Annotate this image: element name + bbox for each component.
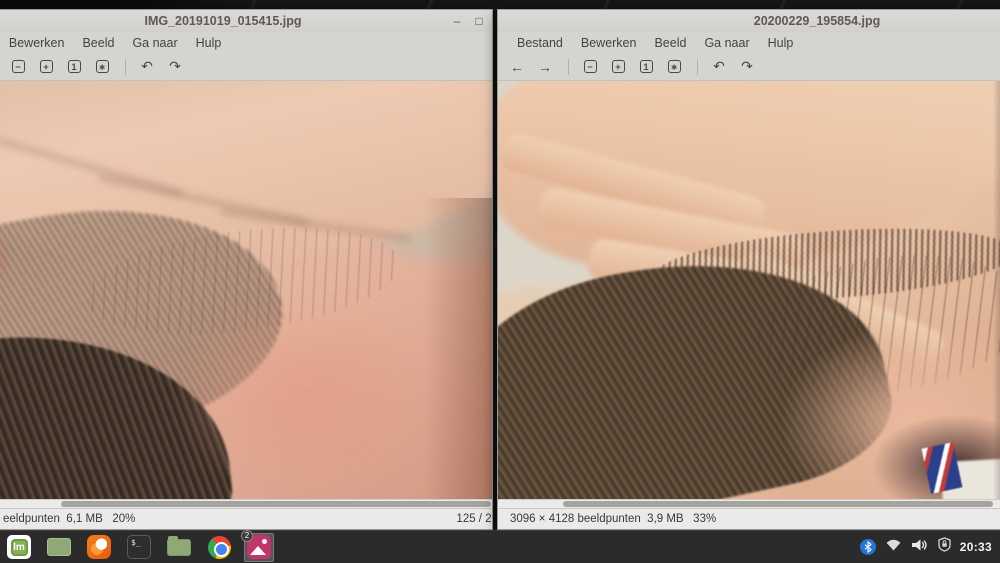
- status-info: 3096 × 4128 beeldpunten 3,9 MB 33%: [498, 513, 716, 525]
- sun-glyph: [262, 539, 267, 544]
- image-canvas-right[interactable]: [498, 81, 1000, 499]
- zoom-in-icon[interactable]: +: [605, 55, 631, 78]
- photo-edge-shadow: [993, 81, 1000, 499]
- scrollbar-thumb[interactable]: [563, 501, 993, 507]
- rotate-left-icon[interactable]: ↶: [134, 55, 160, 78]
- best-fit-icon[interactable]: ∗: [661, 55, 687, 78]
- window-title-left: IMG_20191019_015415.jpg: [144, 14, 301, 28]
- chrome-icon: [208, 536, 231, 559]
- minimize-button[interactable]: –: [450, 13, 464, 28]
- toolbar-separator: [568, 59, 569, 75]
- firefox-icon: [87, 535, 111, 559]
- window-count-badge: 2: [241, 530, 253, 542]
- menubar-left: Bestand Bewerken Beeld Ga naar Hulp: [0, 32, 492, 53]
- zoom-in-icon[interactable]: +: [33, 55, 59, 78]
- toolbar-separator: [125, 59, 126, 75]
- menu-hulp[interactable]: Hulp: [187, 34, 231, 52]
- zoom-out-icon[interactable]: −: [577, 55, 603, 78]
- status-counter: 125 / 25: [456, 513, 493, 525]
- rotate-right-icon[interactable]: ↷: [162, 55, 188, 78]
- toolbar-separator: [697, 59, 698, 75]
- image-viewer-window-left: IMG_20191019_015415.jpg – □ Bestand Bewe…: [0, 9, 493, 530]
- image-canvas-left[interactable]: [0, 81, 492, 499]
- desktop: IMG_20191019_015415.jpg – □ Bestand Bewe…: [0, 0, 1000, 563]
- scrollbar-thumb[interactable]: [61, 501, 491, 507]
- bluetooth-icon[interactable]: [860, 539, 876, 555]
- show-desktop-button[interactable]: [44, 533, 74, 562]
- menu-beeld[interactable]: Beeld: [73, 34, 123, 52]
- clock[interactable]: 20:33: [960, 540, 992, 554]
- volume-icon[interactable]: [911, 538, 929, 557]
- system-tray: 20:33: [860, 537, 1000, 557]
- statusbar-right: 3096 × 4128 beeldpunten 3,9 MB 33%: [498, 508, 1000, 529]
- normal-size-icon[interactable]: 1: [633, 55, 659, 78]
- titlebar-right[interactable]: 20200229_195854.jpg: [498, 10, 1000, 32]
- toolbar-left: ← → − + 1 ∗ ↶ ↷: [0, 53, 492, 81]
- menu-bewerken[interactable]: Bewerken: [0, 34, 73, 52]
- menu-beeld[interactable]: Beeld: [645, 34, 695, 52]
- taskbar: lm $_ 2: [0, 530, 1000, 563]
- mountain-glyph: [250, 546, 266, 555]
- back-icon[interactable]: ←: [504, 55, 530, 78]
- menu-hulp[interactable]: Hulp: [759, 34, 803, 52]
- photo-scalp-2020: [498, 81, 1000, 499]
- show-desktop-icon: [47, 538, 71, 556]
- image-viewer-task[interactable]: 2: [244, 533, 274, 562]
- menu-ga-naar[interactable]: Ga naar: [123, 34, 186, 52]
- statusbar-left: eeldpunten 6,1 MB 20% 125 / 25: [0, 508, 492, 529]
- maximize-button[interactable]: □: [472, 13, 486, 28]
- folder-icon: [167, 539, 191, 556]
- chrome-launcher[interactable]: [204, 533, 234, 562]
- forward-icon[interactable]: →: [532, 55, 558, 78]
- best-fit-icon[interactable]: ∗: [89, 55, 115, 78]
- mint-menu-button[interactable]: lm: [4, 533, 34, 562]
- mint-logo-icon: lm: [7, 535, 31, 559]
- photo-scalp-2019: [0, 81, 492, 499]
- photo-forehead: [175, 298, 435, 499]
- menu-ga-naar[interactable]: Ga naar: [695, 34, 758, 52]
- normal-size-icon[interactable]: 1: [61, 55, 87, 78]
- zoom-out-icon[interactable]: −: [5, 55, 31, 78]
- toolbar-right: ← → − + 1 ∗ ↶ ↷: [498, 53, 1000, 81]
- terminal-icon: $_: [127, 535, 151, 559]
- update-manager-icon[interactable]: [938, 537, 951, 557]
- files-launcher[interactable]: [164, 533, 194, 562]
- image-viewer-window-right: 20200229_195854.jpg Bestand Bewerken Bee…: [497, 9, 1000, 530]
- menu-bestand[interactable]: Bestand: [508, 34, 572, 52]
- status-info: eeldpunten 6,1 MB 20%: [3, 513, 135, 525]
- window-title-right: 20200229_195854.jpg: [754, 14, 881, 28]
- menu-bewerken[interactable]: Bewerken: [572, 34, 646, 52]
- horizontal-scrollbar-left[interactable]: [0, 499, 492, 508]
- firefox-launcher[interactable]: [84, 533, 114, 562]
- rotate-left-icon[interactable]: ↶: [706, 55, 732, 78]
- titlebar-left[interactable]: IMG_20191019_015415.jpg – □: [0, 10, 492, 32]
- photo-edge-shadow: [424, 198, 492, 499]
- rotate-right-icon[interactable]: ↷: [734, 55, 760, 78]
- wifi-icon[interactable]: [885, 538, 902, 557]
- horizontal-scrollbar-right[interactable]: [498, 499, 1000, 508]
- terminal-launcher[interactable]: $_: [124, 533, 154, 562]
- menubar-right: Bestand Bewerken Beeld Ga naar Hulp: [498, 32, 1000, 53]
